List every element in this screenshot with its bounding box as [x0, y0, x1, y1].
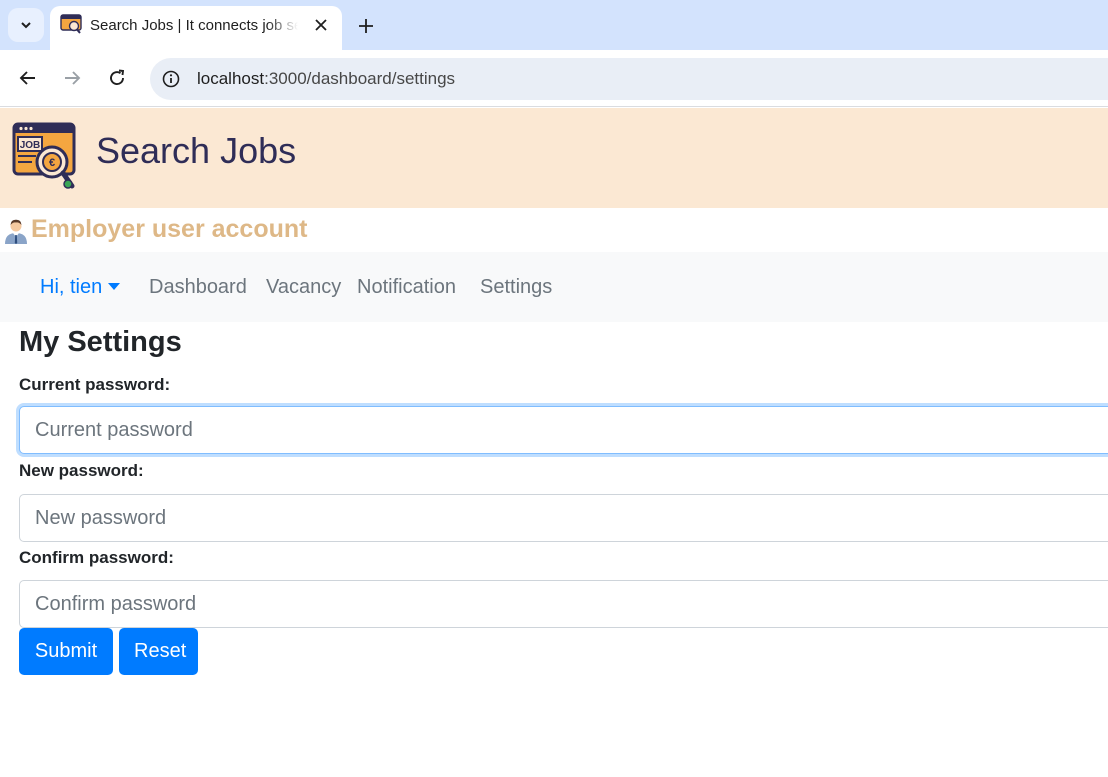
new-tab-button[interactable]	[352, 12, 380, 40]
businessman-icon	[5, 219, 27, 244]
site-brand[interactable]: Search Jobs	[96, 130, 296, 172]
url-path: :3000/dashboard/settings	[264, 69, 456, 88]
svg-text:JOB: JOB	[20, 140, 41, 151]
user-dropdown-toggle[interactable]: Hi, tien	[40, 276, 121, 299]
nav-link-notification[interactable]: Notification	[357, 276, 456, 299]
tab-title: Search Jobs | It connects job seekers an…	[90, 17, 298, 34]
main-navbar: Hi, tien Dashboard Vacancy Notification …	[0, 252, 1108, 322]
browser-tab-active[interactable]: Search Jobs | It connects job seekers an…	[50, 6, 342, 50]
back-arrow-icon	[19, 71, 35, 85]
current-password-label: Current password:	[19, 375, 171, 394]
job-search-favicon-icon	[60, 14, 82, 34]
svg-text:€: €	[49, 157, 55, 169]
forward-button[interactable]	[58, 64, 86, 92]
reload-button[interactable]	[103, 64, 131, 92]
nav-link-vacancy[interactable]: Vacancy	[266, 276, 341, 299]
user-greeting: Hi, tien	[40, 276, 103, 298]
account-type-row: Employer user account	[0, 208, 1108, 252]
current-password-input[interactable]	[19, 406, 1108, 454]
account-type-label: Employer user account	[31, 215, 308, 243]
info-icon	[162, 70, 180, 88]
site-info-button[interactable]	[160, 68, 182, 90]
url-host: localhost	[197, 69, 265, 88]
submit-button[interactable]: Submit	[19, 628, 113, 675]
url-text: localhost:3000/dashboard/settings	[197, 69, 455, 89]
new-password-input[interactable]	[19, 494, 1108, 542]
browser-toolbar: localhost:3000/dashboard/settings	[0, 50, 1108, 107]
back-button[interactable]	[14, 64, 42, 92]
tab-search-button[interactable]	[8, 8, 44, 42]
plus-icon	[359, 19, 373, 33]
close-icon	[315, 19, 327, 31]
reload-icon	[110, 69, 125, 85]
tab-close-button[interactable]	[310, 14, 332, 36]
nav-link-dashboard[interactable]: Dashboard	[149, 276, 247, 299]
chevron-down-icon	[21, 22, 31, 29]
confirm-password-input[interactable]	[19, 580, 1108, 628]
page-title: My Settings	[19, 326, 182, 358]
job-search-logo-icon: JOB €	[12, 122, 76, 189]
browser-tabstrip: Search Jobs | It connects job seekers an…	[0, 0, 1108, 50]
new-password-label: New password:	[19, 461, 144, 480]
forward-arrow-icon	[65, 71, 81, 85]
caret-down-icon	[108, 283, 121, 290]
nav-link-settings[interactable]: Settings	[480, 276, 552, 299]
reset-button[interactable]: Reset	[119, 628, 198, 675]
confirm-password-label: Confirm password:	[19, 548, 174, 567]
address-bar[interactable]: localhost:3000/dashboard/settings	[150, 58, 1108, 100]
site-header: JOB € Search Jobs	[0, 108, 1108, 208]
